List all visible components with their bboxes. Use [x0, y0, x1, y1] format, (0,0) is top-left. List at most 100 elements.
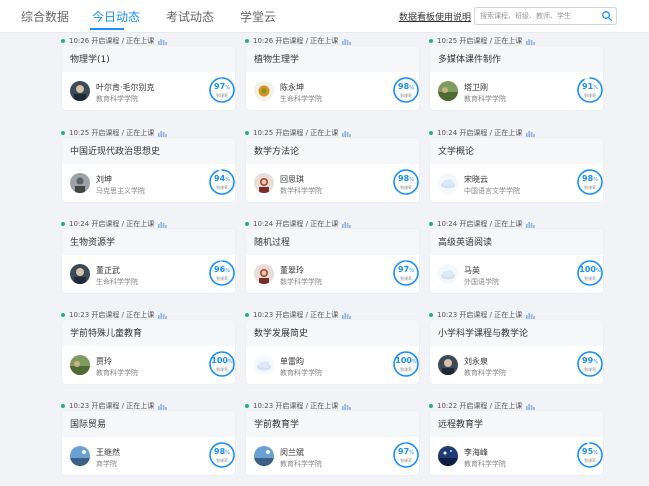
live-dot-icon	[61, 313, 65, 317]
tab-exam-activity[interactable]: 考试动态	[166, 8, 214, 25]
teacher-name: 董正武	[96, 266, 120, 275]
attendance-label: 到课率	[584, 93, 596, 98]
teacher-avatar	[254, 81, 274, 101]
teacher-college: 教育科学学院	[464, 95, 506, 103]
status-text: 10:24 开启课程 / 正在上课	[437, 220, 523, 228]
teacher-college: 教育科学学院	[96, 95, 138, 103]
attendance-gauge: 97% 到课率	[207, 75, 235, 105]
attendance-gauge: 100% 到课率	[391, 349, 419, 379]
dashboard-help-link[interactable]: 数据看板使用说明	[399, 10, 471, 23]
tab-overview[interactable]: 综合数据	[21, 8, 69, 25]
course-title[interactable]: 植物生理学	[254, 52, 299, 65]
course-title[interactable]: 小学科学课程与教学论	[438, 326, 528, 339]
attendance-gauge: 98% 到课率	[207, 440, 235, 470]
teacher-college: 生命科学学院	[280, 95, 322, 103]
course-title[interactable]: 学前特殊儿童教育	[70, 326, 142, 339]
course-title[interactable]: 生物资源学	[70, 235, 115, 248]
course-card-body: 植物生理学 陈永坤 生命科学学院 98% 到课率	[246, 46, 419, 110]
live-dot-icon	[245, 222, 249, 226]
attendance-rate: 100%	[211, 356, 233, 365]
teacher-name: 马英	[464, 266, 480, 275]
attendance-label: 到课率	[400, 185, 412, 190]
course-title[interactable]: 随机过程	[254, 235, 290, 248]
search-icon[interactable]	[601, 10, 613, 22]
live-dot-icon	[245, 131, 249, 135]
course-title[interactable]: 国际贸易	[70, 417, 106, 430]
teacher-name: 陈永坤	[280, 83, 304, 92]
search-input[interactable]	[475, 8, 599, 24]
teacher-avatar	[438, 173, 458, 193]
course-header: 生物资源学	[62, 229, 235, 255]
live-dot-icon	[429, 313, 433, 317]
live-bars-icon	[342, 38, 352, 45]
live-bars-icon	[342, 221, 352, 228]
attendance-rate: 97%	[214, 82, 230, 91]
teacher-college: 生命科学学院	[96, 278, 138, 286]
attendance-label: 到课率	[216, 185, 228, 190]
course-card-body: 生物资源学 董正武 生命科学学院 96% 到课率	[62, 229, 235, 293]
attendance-rate: 100%	[395, 356, 417, 365]
course-header: 数学方法论	[246, 138, 419, 164]
attendance-label: 到课率	[400, 367, 412, 372]
status-text: 10:22 开启课程 / 正在上课	[437, 402, 523, 410]
attendance-rate: 95%	[582, 447, 598, 456]
course-card-body: 国际贸易 王继然 商学院 98% 到课率	[62, 411, 235, 475]
course-title[interactable]: 数学方法论	[254, 144, 299, 157]
attendance-gauge: 99% 到课率	[575, 349, 603, 379]
live-bars-icon	[526, 130, 536, 137]
teacher-avatar	[254, 446, 274, 466]
course-card-body: 中国近现代政治思想史刘坤马克思主义学院 94% 到课率	[62, 138, 235, 202]
teacher-name: 叶尔肯·毛尔别克	[96, 83, 155, 92]
live-dot-icon	[245, 39, 249, 43]
teacher-college: 中国语言文学学院	[464, 187, 520, 195]
teacher-college: 商学院	[96, 460, 117, 468]
teacher-college: 教育科学学院	[464, 460, 506, 468]
live-bars-icon	[158, 130, 168, 137]
attendance-rate: 96%	[214, 265, 230, 274]
course-card-body: 高级英语阅读 马英 外国语学院 100% 到课率	[430, 229, 603, 293]
live-dot-icon	[61, 39, 65, 43]
attendance-rate: 94%	[214, 174, 230, 183]
course-card-body: 物理学(1) 叶尔肯·毛尔别克 教育科学学院 97% 到课率	[62, 46, 235, 110]
status-text: 10:23 开启课程 / 正在上课	[253, 311, 339, 319]
attendance-gauge: 100% 到课率	[575, 258, 603, 288]
live-dot-icon	[429, 404, 433, 408]
course-title[interactable]: 中国近现代政治思想史	[70, 144, 160, 157]
attendance-rate: 97%	[398, 265, 414, 274]
teacher-avatar	[70, 355, 90, 375]
status-text: 10:23 开启课程 / 正在上课	[253, 402, 339, 410]
teacher-college: 马克思主义学院	[96, 187, 145, 195]
tab-xuetangyun[interactable]: 学堂云	[240, 8, 276, 25]
course-card-body: 随机过程 董翠玲 数学科学学院 97% 到课率	[246, 229, 419, 293]
course-card-body: 多媒体课件制作 塔卫刚 教育科学学院 91% 到课率	[430, 46, 603, 110]
course-title[interactable]: 学前教育学	[254, 417, 299, 430]
live-dot-icon	[61, 222, 65, 226]
attendance-gauge: 97% 到课率	[391, 258, 419, 288]
course-title[interactable]: 数学发展简史	[254, 326, 308, 339]
tab-today-activity[interactable]: 今日动态	[92, 8, 140, 25]
teacher-avatar	[438, 446, 458, 466]
attendance-rate: 97%	[398, 447, 414, 456]
attendance-label: 到课率	[216, 93, 228, 98]
live-bars-icon	[158, 38, 168, 45]
course-header: 国际贸易	[62, 411, 235, 437]
course-title[interactable]: 物理学(1)	[70, 52, 110, 65]
live-bars-icon	[526, 221, 536, 228]
teacher-name: 李海峰	[464, 448, 488, 457]
status-text: 10:25 开启课程 / 正在上课	[437, 37, 523, 45]
teacher-avatar	[438, 81, 458, 101]
course-title[interactable]: 文学概论	[438, 144, 474, 157]
teacher-name: 刘坤	[96, 175, 112, 184]
active-tab-indicator	[90, 28, 124, 30]
teacher-avatar	[70, 446, 90, 466]
course-header: 多媒体课件制作	[430, 46, 603, 72]
teacher-name: 回思琪	[280, 175, 304, 184]
course-title[interactable]: 高级英语阅读	[438, 235, 492, 248]
course-header: 远程教育学	[430, 411, 603, 437]
course-title[interactable]: 多媒体课件制作	[438, 52, 501, 65]
teacher-avatar	[438, 355, 458, 375]
course-title[interactable]: 远程教育学	[438, 417, 483, 430]
course-card-body: 远程教育学 李海峰 教育科学学院 95% 到课率	[430, 411, 603, 475]
live-bars-icon	[158, 403, 168, 410]
attendance-gauge: 98% 到课率	[575, 167, 603, 197]
